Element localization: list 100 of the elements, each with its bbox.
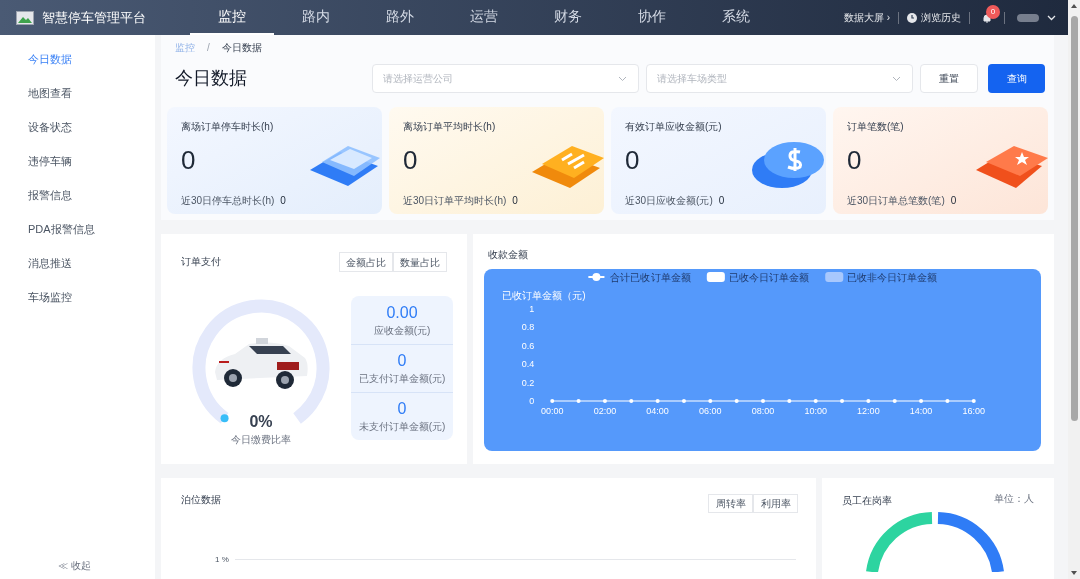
clock-icon <box>907 12 917 23</box>
data-point <box>655 399 660 403</box>
toggle-button[interactable]: 周转率 <box>708 494 753 513</box>
unit-label: 单位：人 <box>994 492 1034 506</box>
nav-tab[interactable]: 系统 <box>694 0 778 35</box>
metric-value: 0.00 <box>386 302 418 323</box>
stat-sub-label: 近30日应收金额(元) <box>625 193 713 208</box>
stat-value: 0 <box>403 144 418 177</box>
chevron-down-icon <box>892 75 901 82</box>
select-field[interactable]: 请选择车场类型 <box>646 63 913 93</box>
stat-sub-label: 近30日停车总时长(h) <box>181 193 275 208</box>
bell-icon[interactable] <box>982 12 992 23</box>
scrollbar-thumb[interactable] <box>1070 16 1078 421</box>
card-title: 泊位数据 <box>181 493 221 507</box>
axis-tick-label: 0 <box>529 396 535 406</box>
data-point <box>813 399 818 403</box>
metric-label: 已支付订单金额(元) <box>358 372 446 386</box>
metric-label: 未支付订单金额(元) <box>358 420 446 434</box>
chevron-down-icon <box>618 75 627 82</box>
axis-tick-label: 02:00 <box>593 406 617 416</box>
collapse-button[interactable]: ≪ 收起 <box>58 552 91 578</box>
avatar[interactable] <box>1017 13 1039 22</box>
stat-value: 0 <box>847 144 862 177</box>
data-point <box>919 399 924 403</box>
nav-tab[interactable]: 路内 <box>274 0 358 35</box>
sidebar-item[interactable]: 地图查看 <box>0 76 155 110</box>
card-title: 收款金额 <box>487 248 529 262</box>
stat-sub-label: 近30日订单总笔数(笔) <box>847 193 945 208</box>
toggle-button[interactable]: 利用率 <box>753 494 798 513</box>
data-point <box>602 399 607 403</box>
sidebar-item[interactable]: PDA报警信息 <box>0 212 155 246</box>
select-field[interactable]: 请选择运营公司 <box>372 63 639 93</box>
chevron-down-icon[interactable] <box>1047 14 1056 21</box>
metric-label: 应收金额(元) <box>373 323 431 338</box>
sidebar-item[interactable]: 报警信息 <box>0 178 155 212</box>
scroll-down-icon[interactable] <box>1070 569 1078 577</box>
stat-title: 有效订单应收金额(元) <box>625 120 722 134</box>
data-point <box>840 399 845 403</box>
logo-icon <box>16 10 34 25</box>
scroll-up-icon[interactable] <box>1070 2 1078 10</box>
big-screen-link[interactable]: 数据大屏 › <box>843 10 898 25</box>
sidebar-item[interactable]: 车场监控 <box>0 280 155 314</box>
axis-tick-label: 12:00 <box>857 406 880 416</box>
breadcrumb-separator: / <box>206 40 211 55</box>
data-point <box>576 399 581 403</box>
sidebar-item[interactable]: 违停车辆 <box>0 144 155 178</box>
legend-label: 已收非今日订单金额 <box>847 272 938 283</box>
nav-tab[interactable]: 路外 <box>358 0 442 35</box>
gauge-value: 0% <box>249 414 273 430</box>
stat-sub-value: 0 <box>512 193 518 208</box>
axis-tick-label: 14:00 <box>909 406 933 416</box>
stat-title: 离场订单平均时长(h) <box>403 120 496 134</box>
data-point <box>971 399 976 403</box>
card-title: 员工在岗率 <box>842 494 892 508</box>
sidebar-item[interactable]: 今日数据 <box>0 42 155 76</box>
nav-tab[interactable]: 运营 <box>442 0 526 35</box>
axis-tick-label: 0.8 <box>521 322 535 333</box>
stat-sub-value: 0 <box>718 193 725 208</box>
stat-title: 订单笔数(笔) <box>847 120 904 134</box>
nav-tab[interactable]: 财务 <box>526 0 610 35</box>
axis-title: 已收订单金额（元) <box>502 290 586 301</box>
axis-tick-label: 0.6 <box>521 340 535 351</box>
stat-sub-value: 0 <box>280 193 286 208</box>
axis-tick-label: 04:00 <box>646 406 669 416</box>
axis-tick-label: 08:00 <box>751 406 775 416</box>
legend-line-icon <box>587 273 606 281</box>
stat-sub-label: 近30日订单平均时长(h) <box>403 193 507 208</box>
app-title: 智慧停车管理平台 <box>42 8 146 27</box>
gauge-label: 今日缴费比率 <box>231 433 291 447</box>
data-point <box>734 399 739 403</box>
data-point <box>629 399 634 403</box>
reset-button[interactable]: 重置 <box>920 63 978 93</box>
data-point <box>681 399 686 403</box>
query-button[interactable]: 查询 <box>988 63 1045 93</box>
toggle-button[interactable]: 金额占比 <box>339 252 393 272</box>
sidebar-item[interactable]: 设备状态 <box>0 110 155 144</box>
stat-value: 0 <box>625 144 640 177</box>
axis-tick-label: 0.4 <box>521 359 535 370</box>
data-point <box>708 399 713 403</box>
data-point <box>550 399 555 403</box>
data-point <box>787 399 792 403</box>
legend-label: 已收今日订单金额 <box>728 272 809 283</box>
axis-tick-label: 00:00 <box>540 406 564 416</box>
data-point <box>892 399 897 403</box>
stat-value: 0 <box>181 144 196 177</box>
history-button[interactable]: 浏览历史 <box>899 10 969 25</box>
nav-tab[interactable]: 协作 <box>610 0 694 35</box>
axis-tick-label: 06:00 <box>699 406 722 416</box>
page-title: 今日数据 <box>174 66 248 90</box>
breadcrumb-current: 今日数据 <box>221 40 262 55</box>
scrollbar[interactable] <box>1068 0 1080 579</box>
stat-sub-value: 0 <box>950 193 957 208</box>
sidebar-item[interactable]: 消息推送 <box>0 246 155 280</box>
stat-title: 离场订单停车时长(h) <box>181 120 274 134</box>
axis-tick-label: 16:00 <box>962 406 986 416</box>
axis-tick-label: 1 <box>529 304 535 314</box>
axis-tick-label: 0.2 <box>521 377 535 388</box>
metric-value: 0 <box>397 399 407 419</box>
toggle-button[interactable]: 数量占比 <box>393 252 447 272</box>
axis-tick-label: 10:00 <box>804 406 827 416</box>
